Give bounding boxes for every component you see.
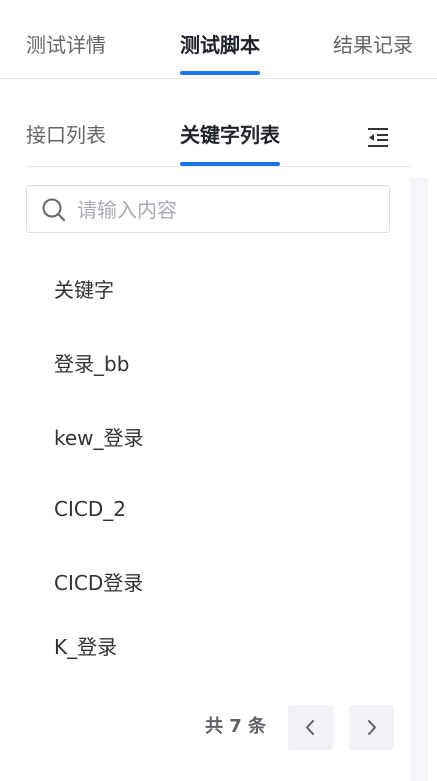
top-tab-bar: 测试详情 测试脚本 结果记录 bbox=[0, 0, 437, 79]
tab-keyword-list[interactable]: 关键字列表 bbox=[180, 120, 280, 166]
indent-decrease-icon[interactable] bbox=[366, 126, 390, 148]
tab-test-script[interactable]: 测试脚本 bbox=[180, 30, 260, 75]
keyword-item[interactable]: 关键字 bbox=[26, 268, 396, 312]
tab-label: 关键字列表 bbox=[180, 123, 280, 147]
scrollbar[interactable] bbox=[410, 178, 428, 781]
prev-page-button[interactable] bbox=[288, 705, 333, 750]
pagination-total: 共 7 条 bbox=[205, 716, 267, 737]
active-tab-indicator bbox=[180, 162, 280, 166]
active-tab-indicator bbox=[180, 71, 260, 75]
tab-label: 结果记录 bbox=[333, 33, 413, 57]
tab-api-list[interactable]: 接口列表 bbox=[26, 120, 106, 150]
search-input[interactable] bbox=[75, 194, 379, 226]
chevron-left-icon bbox=[306, 720, 314, 735]
next-page-button[interactable] bbox=[349, 705, 394, 750]
sub-tab-bar: 接口列表 关键字列表 bbox=[26, 114, 410, 167]
keyword-item[interactable]: CICD_2 bbox=[26, 487, 396, 531]
tab-label: 测试详情 bbox=[26, 33, 106, 57]
tab-label: 测试脚本 bbox=[180, 33, 260, 57]
tab-result-records[interactable]: 结果记录 bbox=[333, 30, 413, 60]
search-box bbox=[26, 185, 390, 233]
keyword-item[interactable]: 登录_bb bbox=[26, 342, 396, 386]
keyword-item[interactable]: CICD登录 bbox=[26, 561, 396, 605]
tab-test-details[interactable]: 测试详情 bbox=[26, 30, 106, 60]
chevron-right-icon bbox=[368, 720, 376, 735]
keyword-item[interactable]: kew_登录 bbox=[26, 416, 396, 460]
keyword-item[interactable]: K_登录 bbox=[26, 625, 396, 669]
tab-label: 接口列表 bbox=[26, 123, 106, 147]
search-icon bbox=[41, 197, 67, 223]
